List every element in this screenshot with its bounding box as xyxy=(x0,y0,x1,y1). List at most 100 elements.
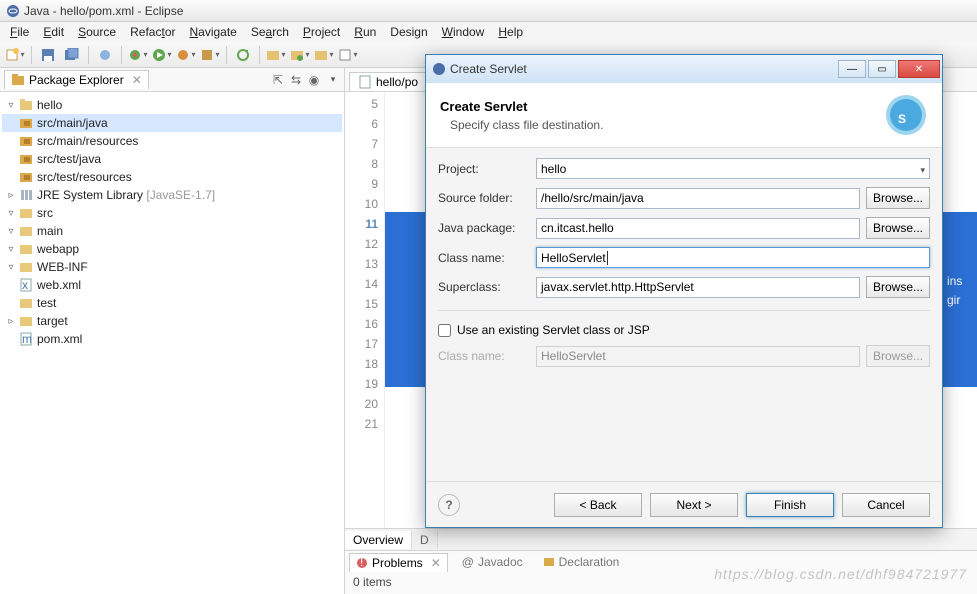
tree-jre[interactable]: JRE System Library [JavaSE-1.7] xyxy=(37,188,215,202)
tree-src-main-resources[interactable]: src/main/resources xyxy=(37,134,138,148)
eclipse-icon xyxy=(6,4,20,18)
close-view-icon[interactable]: ✕ xyxy=(132,73,142,87)
menu-help[interactable]: Help xyxy=(492,23,529,41)
tool-icon[interactable] xyxy=(94,44,116,66)
package-icon xyxy=(11,73,25,87)
problems-tab[interactable]: !Problems✕ xyxy=(349,553,448,572)
new-class-button[interactable] xyxy=(289,44,311,66)
minimize-button[interactable]: — xyxy=(838,60,866,78)
finish-button[interactable]: Finish xyxy=(746,493,834,517)
run-last-button[interactable] xyxy=(175,44,197,66)
browse-package-button[interactable]: Browse... xyxy=(866,217,930,239)
menu-file[interactable]: File xyxy=(4,23,35,41)
link-editor-icon[interactable]: ⇆ xyxy=(288,72,304,88)
tree-src-test-resources[interactable]: src/test/resources xyxy=(37,170,132,184)
dialog-title: Create Servlet xyxy=(450,62,836,76)
use-existing-checkbox[interactable]: Use an existing Servlet class or JSP xyxy=(438,323,930,337)
tree-webinf[interactable]: WEB-INF xyxy=(37,260,88,274)
new-package-button[interactable] xyxy=(265,44,287,66)
close-button[interactable]: ✕ xyxy=(898,60,940,78)
d-tab[interactable]: D xyxy=(412,531,438,549)
folder-icon xyxy=(18,241,34,257)
source-folder-icon xyxy=(18,133,34,149)
maximize-button[interactable]: ▭ xyxy=(868,60,896,78)
cancel-button[interactable]: Cancel xyxy=(842,493,930,517)
tree-src-main-java[interactable]: src/main/java xyxy=(37,116,108,130)
window-title: Java - hello/pom.xml - Eclipse xyxy=(24,4,183,18)
dialog-titlebar[interactable]: Create Servlet — ▭ ✕ xyxy=(426,55,942,83)
java-package-input[interactable]: cn.itcast.hello xyxy=(536,218,860,239)
next-button[interactable]: Next > xyxy=(650,493,738,517)
use-existing-input[interactable] xyxy=(438,324,451,337)
help-button[interactable]: ? xyxy=(438,494,460,516)
editor-tab-pom[interactable]: hello/po xyxy=(349,72,427,91)
dialog-header: Create Servlet Specify class file destin… xyxy=(426,83,942,148)
project-tree[interactable]: ▿hello src/main/java src/main/resources … xyxy=(0,92,344,594)
tree-project[interactable]: hello xyxy=(37,98,62,112)
save-button[interactable] xyxy=(37,44,59,66)
new-folder-button[interactable] xyxy=(313,44,335,66)
javadoc-tab[interactable]: @Javadoc xyxy=(456,553,529,571)
superclass-input[interactable]: javax.servlet.http.HttpServlet xyxy=(536,277,860,298)
save-all-button[interactable] xyxy=(61,44,83,66)
debug-button[interactable] xyxy=(127,44,149,66)
tree-src-test-java[interactable]: src/test/java xyxy=(37,152,101,166)
browse-superclass-button[interactable]: Browse... xyxy=(866,276,930,298)
menu-design[interactable]: Design xyxy=(384,23,433,41)
folder-icon xyxy=(18,223,34,239)
tree-webxml[interactable]: web.xml xyxy=(37,278,81,292)
eclipse-icon xyxy=(432,62,446,76)
folder-icon xyxy=(18,205,34,221)
build-button[interactable] xyxy=(232,44,254,66)
problems-status: 0 items xyxy=(345,573,977,591)
menu-search[interactable]: Search xyxy=(245,23,295,41)
folder-icon xyxy=(18,313,34,329)
browse-source-button[interactable]: Browse... xyxy=(866,187,930,209)
menu-source[interactable]: Source xyxy=(72,23,122,41)
class-name2-label: Class name: xyxy=(438,349,530,363)
svg-text:S: S xyxy=(898,112,906,126)
menu-refactor[interactable]: Refactor xyxy=(124,23,181,41)
menu-navigate[interactable]: Navigate xyxy=(183,23,242,41)
coverage-button[interactable] xyxy=(199,44,221,66)
create-servlet-dialog: Create Servlet — ▭ ✕ Create Servlet Spec… xyxy=(425,54,943,528)
problems-icon: ! xyxy=(356,557,368,569)
new-button[interactable] xyxy=(4,44,26,66)
source-folder-input[interactable]: /hello/src/main/java xyxy=(536,188,860,209)
package-explorer-tab[interactable]: Package Explorer ✕ xyxy=(4,70,149,89)
menu-edit[interactable]: Edit xyxy=(37,23,70,41)
package-explorer: Package Explorer ✕ ⇱ ⇆ ◉ ▿hello src/main… xyxy=(0,68,345,594)
menu-run[interactable]: Run xyxy=(348,23,382,41)
focus-icon[interactable]: ◉ xyxy=(306,72,322,88)
menu-window[interactable]: Window xyxy=(436,23,491,41)
tree-pom[interactable]: pom.xml xyxy=(37,332,82,346)
run-button[interactable] xyxy=(151,44,173,66)
class-name-input[interactable]: HelloServlet xyxy=(536,247,930,268)
tree-main[interactable]: main xyxy=(37,224,63,238)
view-menu-icon[interactable] xyxy=(324,72,340,88)
source-folder-icon xyxy=(18,169,34,185)
javadoc-icon: @ xyxy=(462,555,474,569)
menu-project[interactable]: Project xyxy=(297,23,346,41)
tree-target[interactable]: target xyxy=(37,314,68,328)
editor-bottom-tabs: Overview D xyxy=(345,528,977,550)
editor-tab-label: hello/po xyxy=(376,75,418,89)
declaration-icon xyxy=(543,556,555,568)
back-button[interactable]: < Back xyxy=(554,493,642,517)
overview-tab[interactable]: Overview xyxy=(345,531,412,549)
tree-src[interactable]: src xyxy=(37,206,53,220)
pom-file-icon xyxy=(358,75,372,89)
tree-webapp[interactable]: webapp xyxy=(37,242,79,256)
declaration-tab[interactable]: Declaration xyxy=(537,553,626,571)
source-folder-icon xyxy=(18,115,34,131)
project-label: Project: xyxy=(438,162,530,176)
project-icon xyxy=(18,97,34,113)
project-select[interactable]: hello xyxy=(536,158,930,179)
collapse-all-icon[interactable]: ⇱ xyxy=(270,72,286,88)
tree-test[interactable]: test xyxy=(37,296,56,310)
browse-class2-button: Browse... xyxy=(866,345,930,367)
xml-file-icon: x xyxy=(18,277,34,293)
open-type-button[interactable] xyxy=(337,44,359,66)
window-titlebar: Java - hello/pom.xml - Eclipse xyxy=(0,0,977,22)
class-name-label: Class name: xyxy=(438,251,530,265)
